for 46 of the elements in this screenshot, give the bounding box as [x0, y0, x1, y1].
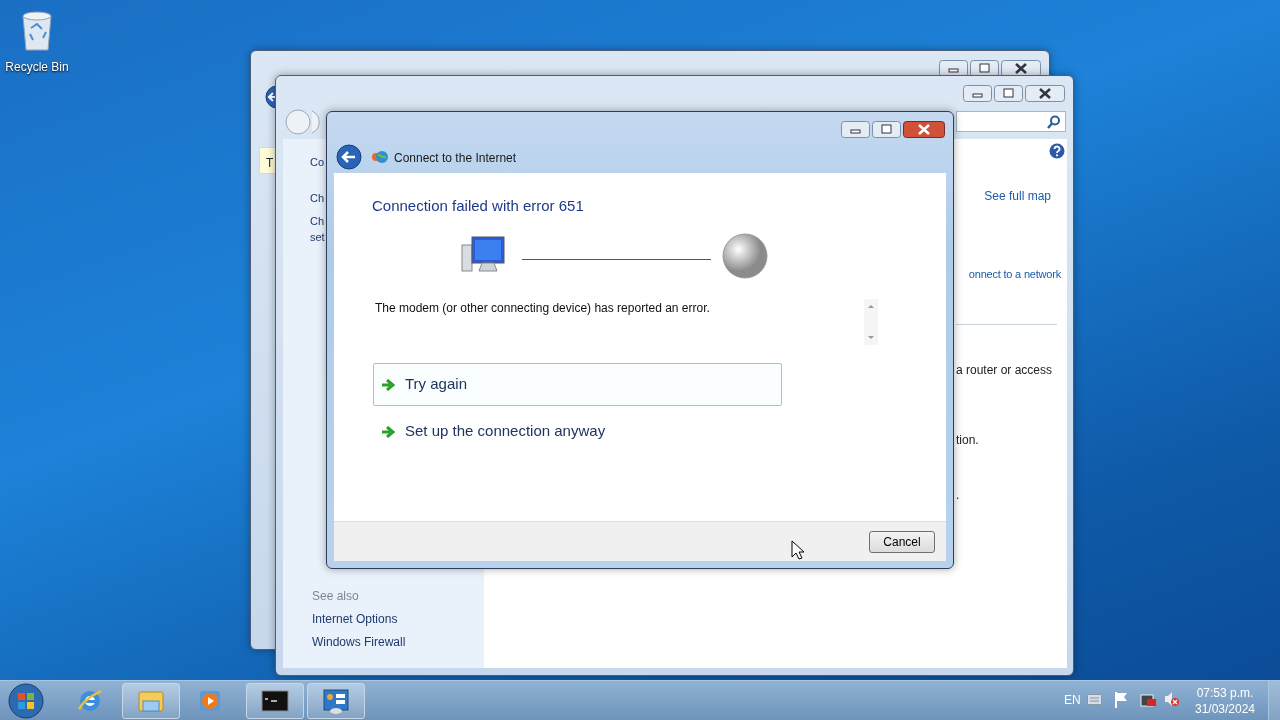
pane-link[interactable]: Ch [310, 191, 325, 205]
control-panel-icon [322, 687, 350, 715]
help-icon[interactable] [1049, 143, 1065, 159]
search-icon [1047, 115, 1061, 129]
see-also-heading: See also [312, 588, 359, 605]
connect-network-link[interactable]: onnect to a network [968, 266, 1061, 283]
minimize-button[interactable] [963, 85, 992, 102]
command-link[interactable]: Try again [373, 363, 782, 406]
start-button[interactable] [8, 683, 44, 719]
maximize-button[interactable] [970, 60, 999, 77]
network-globe-icon [371, 150, 389, 164]
close-button[interactable] [1001, 60, 1041, 77]
cancel-button[interactable]: Cancel [869, 530, 935, 553]
minimize-button[interactable] [939, 60, 968, 77]
pane-link[interactable]: set [310, 230, 325, 244]
back-button[interactable] [336, 144, 362, 170]
mouse-pointer-icon [791, 540, 804, 560]
close-button[interactable] [1025, 85, 1065, 102]
scroll-bar[interactable] [864, 299, 878, 345]
flag-icon[interactable] [1114, 691, 1130, 708]
desktop-icon-label[interactable]: Recycle Bin [2, 58, 72, 76]
command-prompt-icon [261, 687, 289, 715]
close-button[interactable] [903, 121, 945, 138]
recycle-bin-icon [19, 8, 55, 52]
body-text: tion. [956, 432, 979, 449]
see-also-link[interactable]: Internet Options [312, 610, 398, 628]
body-text: . [956, 487, 960, 504]
maximize-button[interactable] [994, 85, 1023, 102]
search-field[interactable] [956, 111, 1066, 132]
arrow-icon [382, 378, 395, 391]
maximize-button[interactable] [872, 121, 901, 138]
globe-icon [722, 233, 768, 279]
minimize-button[interactable] [841, 121, 870, 138]
arrow-icon [382, 425, 395, 438]
speaker-muted-icon[interactable] [1163, 691, 1179, 707]
error-message: The modem (or other connecting device) has reported an error. [375, 300, 710, 317]
pane-link[interactable]: Co [310, 155, 325, 169]
taskbar-button[interactable] [307, 683, 365, 719]
see-also-link[interactable]: Windows Firewall [312, 633, 406, 651]
dialog-title: Connect to the Internet [394, 150, 517, 167]
taskbar-button[interactable] [246, 683, 304, 719]
command-link[interactable]: Set up the connection anyway [373, 410, 782, 453]
body-text: a router or access [956, 362, 1053, 379]
pane-link[interactable]: Ch [310, 214, 325, 228]
see-full-map-link[interactable]: See full map [984, 187, 1051, 205]
error-heading: Connection failed with error 651 [372, 196, 584, 216]
